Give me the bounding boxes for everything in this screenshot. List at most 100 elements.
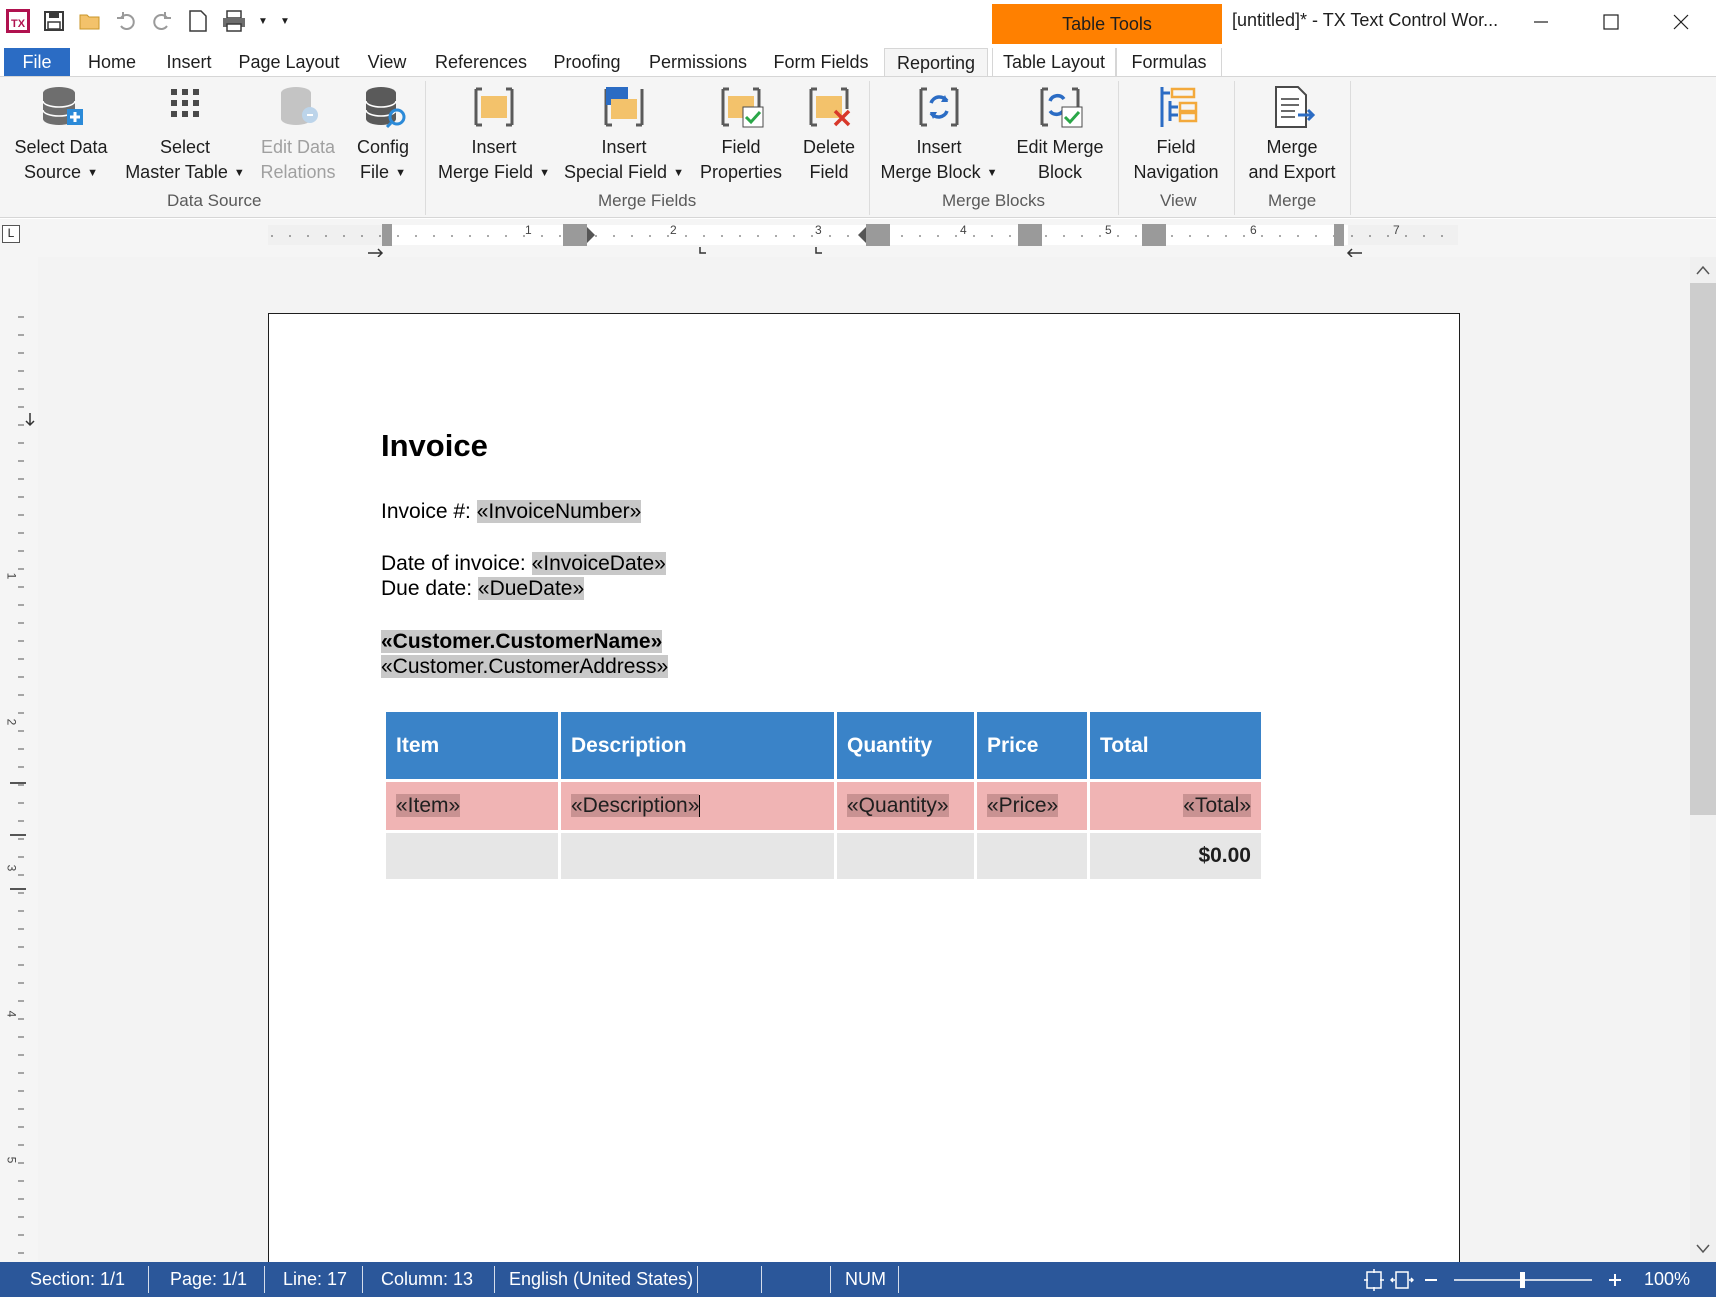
merge-field-price[interactable]: «Price» — [987, 794, 1059, 817]
merge-field-description[interactable]: «Description» — [571, 794, 700, 817]
invoice-number-label: Invoice #: — [381, 500, 477, 523]
zoom-in-icon[interactable] — [1608, 1262, 1622, 1297]
zoom-level[interactable]: 100% — [1644, 1262, 1690, 1297]
merge-block-icon — [919, 87, 959, 127]
redo-icon[interactable] — [148, 7, 176, 35]
field-properties-icon — [721, 87, 764, 128]
grand-total-value[interactable]: $0.00 — [1090, 833, 1261, 879]
chevron-down-icon: ▼ — [539, 166, 550, 179]
table-cell-quantity[interactable]: «Quantity» — [837, 782, 974, 830]
tab-home[interactable]: Home — [76, 48, 148, 76]
vertical-scrollbar[interactable] — [1690, 257, 1716, 1262]
status-language[interactable]: English (United States) — [509, 1262, 693, 1297]
group-label-data-source: Data Source — [167, 191, 262, 210]
new-document-icon[interactable] — [184, 7, 212, 35]
merge-field-customer-name[interactable]: «Customer.CustomerName» — [381, 630, 663, 653]
edit-data-relations-button[interactable]: Edit Data Relations — [256, 83, 340, 185]
ruler-number: 2 — [670, 223, 677, 237]
table-cell-empty[interactable] — [561, 833, 834, 879]
minimize-button[interactable] — [1506, 0, 1576, 44]
table-cell-price[interactable]: «Price» — [977, 782, 1087, 830]
table-header-description[interactable]: Description — [561, 712, 834, 779]
field-properties-button[interactable]: Field Properties — [694, 83, 788, 185]
tab-formulas[interactable]: Formulas — [1116, 48, 1222, 76]
table-header-total[interactable]: Total — [1090, 712, 1261, 779]
group-label-view: View — [1160, 191, 1197, 210]
zoom-out-icon[interactable] — [1424, 1262, 1438, 1297]
save-icon[interactable] — [40, 7, 68, 35]
chevron-down-icon: ▼ — [986, 166, 998, 179]
app-icon[interactable]: TX — [4, 7, 32, 35]
field-properties-label-2: Properties — [699, 162, 783, 182]
merge-field-invoice-date[interactable]: «InvoiceDate» — [531, 552, 666, 575]
delete-field-label-2: Field — [809, 162, 849, 182]
tab-reporting[interactable]: Reporting — [884, 48, 988, 78]
select-data-source-button[interactable]: Select Data Source ▼ — [10, 83, 112, 186]
vertical-ruler[interactable]: 1 2 3 4 5 — [0, 257, 38, 1262]
print-dropdown-icon[interactable]: ▼ — [256, 7, 270, 35]
table-cell-total[interactable]: «Total» — [1090, 782, 1261, 830]
zoom-slider[interactable] — [1452, 1262, 1594, 1297]
group-label-merge-blocks: Merge Blocks — [942, 191, 1045, 210]
database-add-icon — [42, 87, 83, 125]
field-navigation-button[interactable]: Field Navigation — [1126, 83, 1226, 185]
merge-field-total[interactable]: «Total» — [1183, 794, 1251, 817]
ruler-number: 2 — [4, 718, 19, 726]
horizontal-ruler[interactable]: L 1234567 — [0, 219, 1716, 257]
merge-field-invoice-number[interactable]: «InvoiceNumber» — [476, 500, 642, 523]
table-header-price[interactable]: Price — [977, 712, 1087, 779]
table-header-quantity[interactable]: Quantity — [837, 712, 974, 779]
insert-merge-block-button[interactable]: Insert Merge Block ▼ — [876, 83, 1002, 186]
group-separator — [425, 81, 426, 215]
table-cell-empty[interactable] — [837, 833, 974, 879]
tab-form-fields[interactable]: Form Fields — [766, 48, 876, 76]
close-button[interactable] — [1646, 0, 1716, 44]
tab-table-layout[interactable]: Table Layout — [992, 48, 1116, 76]
scroll-down-icon[interactable] — [1690, 1236, 1716, 1262]
merge-field-item[interactable]: «Item» — [396, 794, 461, 817]
print-icon[interactable] — [220, 7, 248, 35]
open-folder-icon[interactable] — [76, 7, 104, 35]
tab-file[interactable]: File — [4, 48, 70, 76]
tab-view[interactable]: View — [356, 48, 418, 76]
tab-references[interactable]: References — [428, 48, 534, 76]
table-cell-empty[interactable] — [977, 833, 1087, 879]
due-date-line: Due date: «DueDate» — [381, 577, 585, 601]
insert-merge-field-button[interactable]: Insert Merge Field ▼ — [434, 83, 554, 186]
table-cell-empty[interactable] — [386, 833, 558, 879]
status-separator — [697, 1266, 698, 1293]
delete-field-button[interactable]: Delete Field — [794, 83, 864, 185]
chevron-down-icon: ▼ — [233, 166, 245, 179]
customize-qat-icon[interactable]: ▼ — [278, 7, 292, 35]
document-page[interactable]: Invoice Invoice #: «InvoiceNumber» Date … — [268, 313, 1460, 1262]
status-bar: Section: 1/1 Page: 1/1 Line: 17 Column: … — [0, 1262, 1716, 1297]
scroll-up-icon[interactable] — [1690, 257, 1716, 283]
fit-width-icon[interactable] — [1390, 1262, 1414, 1297]
field-navigation-label-1: Field — [1156, 137, 1196, 157]
tab-page-layout[interactable]: Page Layout — [230, 48, 348, 76]
merge-field-customer-address[interactable]: «Customer.CustomerAddress» — [381, 655, 669, 678]
ribbon-tab-row: File Home Insert Page Layout View Refere… — [0, 44, 1716, 78]
insert-special-field-label-2: Special Field — [564, 162, 668, 182]
fit-page-icon[interactable] — [1362, 1262, 1386, 1297]
maximize-button[interactable] — [1576, 0, 1646, 44]
insert-special-field-button[interactable]: Insert Special Field ▼ — [564, 83, 684, 186]
chevron-down-icon: ▼ — [395, 166, 406, 179]
edit-merge-block-button[interactable]: Edit Merge Block — [1010, 83, 1110, 185]
tab-proofing[interactable]: Proofing — [544, 48, 630, 76]
table-cell-item[interactable]: «Item» — [386, 782, 558, 830]
table-header-item[interactable]: Item — [386, 712, 558, 779]
merge-field-due-date[interactable]: «DueDate» — [477, 577, 585, 600]
table-cell-description[interactable]: «Description» — [561, 782, 834, 830]
config-file-button[interactable]: Config File ▼ — [348, 83, 418, 186]
document-canvas[interactable]: Invoice Invoice #: «InvoiceNumber» Date … — [38, 257, 1690, 1262]
undo-icon[interactable] — [112, 7, 140, 35]
merge-field-quantity[interactable]: «Quantity» — [847, 794, 949, 817]
tab-permissions[interactable]: Permissions — [640, 48, 756, 76]
invoice-items-table[interactable]: Item Description Quantity Price Total «I… — [383, 709, 1264, 882]
tab-insert[interactable]: Insert — [156, 48, 222, 76]
scrollbar-thumb[interactable] — [1690, 283, 1716, 815]
invoice-heading: Invoice — [381, 428, 488, 463]
select-master-table-button[interactable]: Select Master Table ▼ — [122, 83, 248, 186]
merge-and-export-button[interactable]: Merge and Export — [1242, 83, 1342, 185]
